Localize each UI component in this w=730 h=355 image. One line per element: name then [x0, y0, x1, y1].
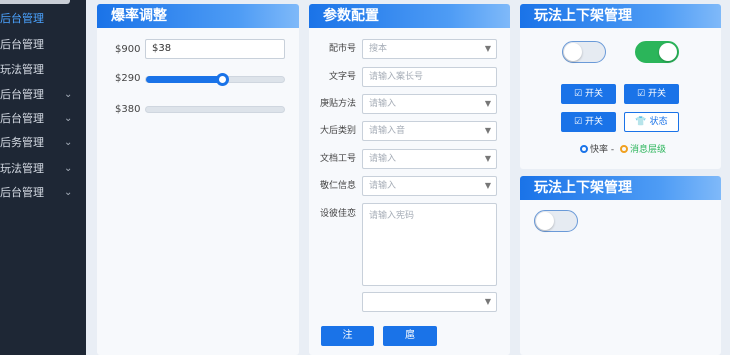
sidebar-item-gameplay-2[interactable]: 玩法管理 ⌄	[0, 157, 86, 181]
status-button[interactable]: 👕 状态	[624, 112, 679, 132]
legend: 快率 - 消息层级	[580, 142, 666, 155]
sidebar-item-backend-4[interactable]: 后台管理 ⌄	[0, 107, 86, 131]
field-select-1[interactable]: 搜本 ▼	[362, 39, 497, 59]
rate-slider-thumb[interactable]	[215, 73, 229, 86]
field-select-6[interactable]: 请输入 ▼	[362, 176, 497, 196]
rate-slider-2[interactable]	[145, 106, 285, 113]
chevron-down-icon: ⌄	[64, 113, 73, 124]
field-placeholder: 请输入	[369, 99, 397, 109]
field-label: 敬仁信息	[319, 181, 356, 191]
params-panel: 参数配置 配市号 搜本 ▼ 文字号 请输入案长号 庚贴方法 请输入 ▼ 大后类别…	[309, 4, 510, 355]
sidebar-item-backend-1[interactable]: 后台管理	[0, 7, 86, 31]
checkbox-icon: ☑	[573, 89, 583, 99]
legend-orange-dot	[619, 145, 628, 153]
shelf-panel-title: 玩法上下架管理	[520, 4, 721, 28]
field-placeholder: 请输入案长号	[369, 72, 424, 82]
chevron-down-icon: ⌄	[64, 163, 73, 174]
field-select-4[interactable]: 请输入音 ▼	[362, 121, 497, 141]
rate-panel: 爆率调整 $900 $38 $290 $380	[97, 4, 299, 355]
button-label: 开关	[585, 117, 604, 127]
shelf-panel: 玩法上下架管理 ☑ 开关 ☑ 开关 ☑ 开关 👕 状态 快率 - 消息层级	[520, 4, 721, 169]
sidebar-item-service[interactable]: 后务管理 ⌄	[0, 131, 86, 155]
sidebar-item-label: 后务管理	[0, 136, 44, 149]
legend-item-2: 消息层级	[629, 145, 666, 155]
sidebar-item-backend-5[interactable]: 后台管理 ⌄	[0, 181, 86, 205]
field-textarea[interactable]: 请输入宪码	[362, 203, 497, 286]
sidebar-collapse-handle[interactable]	[0, 0, 70, 4]
field-placeholder: 请输入音	[369, 126, 406, 136]
switch-button-1[interactable]: ☑ 开关	[561, 84, 616, 104]
field-label: 文字号	[328, 72, 356, 82]
button-label: 开关	[585, 89, 604, 99]
sidebar-item-label: 后台管理	[0, 88, 44, 101]
rate-slider[interactable]	[145, 73, 285, 86]
price-label-380: $380	[115, 104, 141, 115]
price-label-290: $290	[115, 73, 141, 84]
switch-button-2[interactable]: ☑ 开关	[624, 84, 679, 104]
params-panel-title: 参数配置	[309, 4, 510, 28]
legend-blue-dot	[580, 145, 588, 153]
sidebar-item-backend-2[interactable]: 后台管理	[0, 33, 86, 57]
sidebar-item-label: 后台管理	[0, 12, 44, 25]
price-label-900: $900	[115, 44, 141, 55]
price-input[interactable]: $38	[145, 39, 285, 59]
toggle-knob	[659, 43, 677, 61]
field-label: 庚贴方法	[319, 99, 356, 109]
sidebar-item-label: 后台管理	[0, 186, 44, 199]
shelf-panel-2-title: 玩法上下架管理	[520, 176, 721, 200]
toggle-knob	[536, 212, 554, 230]
sidebar-item-gameplay-1[interactable]: 玩法管理	[0, 58, 86, 82]
legend-item-1: 快率 -	[590, 145, 615, 155]
field-placeholder: 请输入宪码	[369, 211, 415, 221]
switch-button-3[interactable]: ☑ 开关	[561, 112, 616, 132]
shirt-icon: 👕	[635, 117, 647, 127]
reset-button[interactable]: 扈	[383, 326, 437, 346]
field-label: 设彼佳恋	[319, 209, 356, 219]
toggle-knob	[564, 43, 582, 61]
field-label: 文档工号	[319, 154, 356, 164]
field-select-3[interactable]: 请输入 ▼	[362, 94, 497, 114]
checkbox-icon: ☑	[573, 117, 583, 127]
chevron-down-icon: ⌄	[64, 89, 73, 100]
field-placeholder: 请输入	[369, 181, 397, 191]
shelf-toggle-2[interactable]	[534, 210, 578, 232]
shelf-toggle-on[interactable]	[635, 41, 679, 63]
shelf-toggle-off[interactable]	[562, 41, 606, 63]
caret-down-icon: ▼	[484, 181, 491, 190]
sidebar-item-backend-3[interactable]: 后台管理 ⌄	[0, 83, 86, 107]
field-placeholder: 请输入	[369, 154, 397, 164]
field-label: 配市号	[328, 44, 356, 54]
chevron-down-icon: ⌄	[64, 187, 73, 198]
sidebar-item-label: 后台管理	[0, 38, 44, 51]
field-label: 大后类别	[319, 126, 356, 136]
shelf-panel-2: 玩法上下架管理	[520, 176, 721, 355]
caret-down-icon: ▼	[484, 44, 491, 53]
field-input-2[interactable]: 请输入案长号	[362, 67, 497, 87]
caret-down-icon: ▼	[484, 154, 491, 163]
rate-slider-fill	[146, 76, 222, 83]
caret-down-icon: ▼	[484, 99, 491, 108]
sidebar-item-label: 后台管理	[0, 112, 44, 125]
caret-down-icon: ▼	[484, 126, 491, 135]
field-select-5[interactable]: 请输入 ▼	[362, 149, 497, 169]
field-select-extra[interactable]: ▼	[362, 292, 497, 312]
caret-down-icon: ▼	[484, 297, 491, 306]
sidebar-item-label: 玩法管理	[0, 162, 44, 175]
rate-panel-title: 爆率调整	[97, 4, 299, 28]
button-label: 状态	[649, 117, 668, 127]
sidebar-item-label: 玩法管理	[0, 63, 44, 76]
submit-button[interactable]: 注	[321, 326, 374, 346]
sidebar: 后台管理 后台管理 玩法管理 后台管理 ⌄ 后台管理 ⌄ 后务管理 ⌄ 玩法管理…	[0, 0, 86, 355]
field-placeholder: 搜本	[369, 44, 388, 54]
checkbox-icon: ☑	[636, 89, 646, 99]
chevron-down-icon: ⌄	[64, 137, 73, 148]
button-label: 开关	[648, 89, 667, 99]
